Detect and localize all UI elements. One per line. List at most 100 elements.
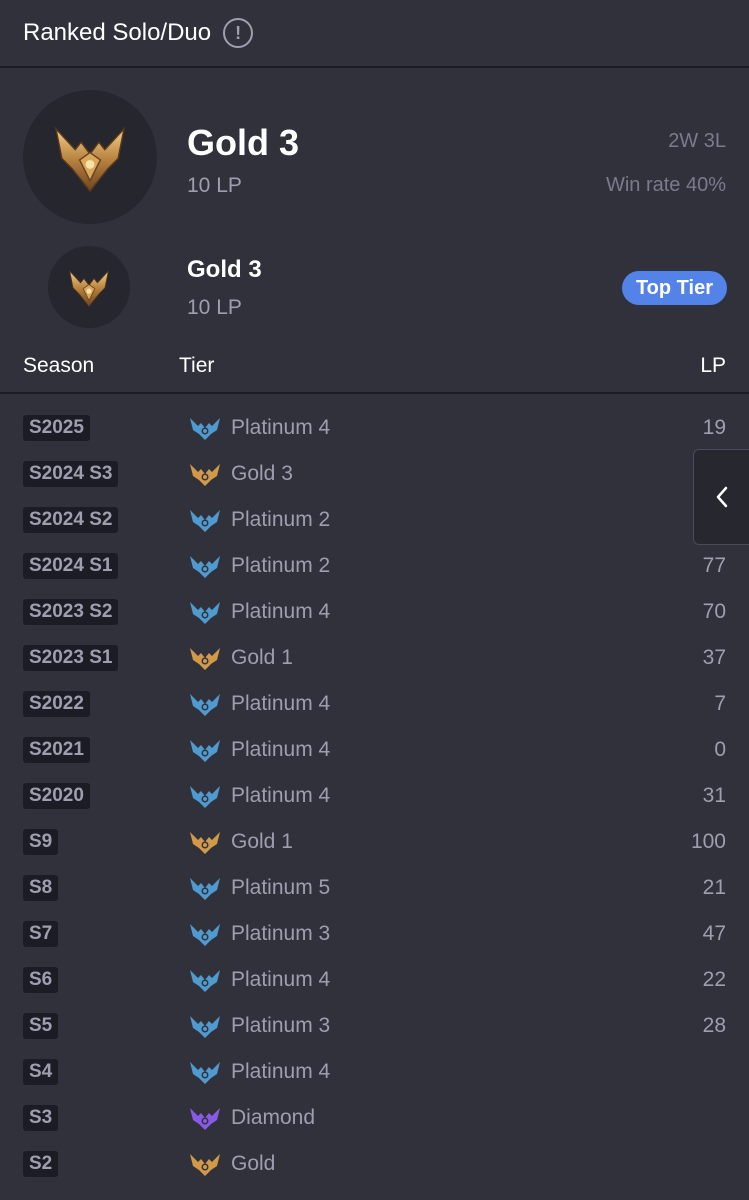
platinum-tier-icon <box>190 556 220 578</box>
tier-name: Platinum 2 <box>231 554 331 577</box>
table-row: S2025 Platinum 4 19 <box>0 405 749 451</box>
lp-value: 7 <box>714 692 726 715</box>
tier-name: Platinum 4 <box>231 692 331 715</box>
season-badge: S7 <box>23 921 59 947</box>
tier-name: Diamond <box>231 1106 316 1129</box>
table-row: S2020 Platinum 4 31 <box>0 773 749 819</box>
table-row: S8 Platinum 5 21 <box>0 865 749 911</box>
season-badge: S6 <box>23 967 59 993</box>
win-rate: Win rate 40% <box>605 174 726 196</box>
table-row: S2023 S1 Gold 1 37 <box>0 635 749 681</box>
diamond-tier-icon <box>190 1108 220 1130</box>
tier-name: Platinum 3 <box>231 922 331 945</box>
season-badge: S3 <box>23 1105 59 1131</box>
tier-name: Gold <box>231 1152 276 1175</box>
gold-tier-icon <box>190 648 220 670</box>
column-header-tier: Tier <box>179 354 215 377</box>
gold-emblem-icon <box>23 90 157 224</box>
gold-tier-icon <box>190 832 220 854</box>
tier-name: Platinum 2 <box>231 508 331 531</box>
lp-value: 28 <box>702 1014 726 1037</box>
season-badge: S4 <box>23 1059 59 1085</box>
tier-name: Platinum 5 <box>231 876 331 899</box>
table-row: S2 Gold <box>0 1141 749 1187</box>
side-panel-toggle[interactable] <box>693 449 749 545</box>
platinum-tier-icon <box>190 694 220 716</box>
top-tier-section: Gold 3 10 LP Top Tier <box>0 236 749 350</box>
lp-value: 37 <box>702 646 726 669</box>
platinum-tier-icon <box>190 970 220 992</box>
tier-name: Platinum 4 <box>231 738 331 761</box>
platinum-tier-icon <box>190 1062 220 1084</box>
season-badge: S2021 <box>23 737 90 763</box>
current-tier: Gold 3 <box>187 122 300 163</box>
lp-value: 0 <box>714 738 726 761</box>
season-badge: S2025 <box>23 415 90 441</box>
season-badge: S8 <box>23 875 59 901</box>
lp-value: 22 <box>702 968 726 991</box>
platinum-tier-icon <box>190 924 220 946</box>
column-header-season: Season <box>23 354 95 377</box>
table-row: S6 Platinum 4 22 <box>0 957 749 1003</box>
info-icon[interactable]: ! <box>223 18 254 48</box>
tier-name: Platinum 3 <box>231 1014 331 1037</box>
header: Ranked Solo/Duo ! <box>0 0 749 68</box>
current-lp: 10 LP <box>187 174 242 197</box>
table-row: S2024 S3Gold 330 <box>0 451 749 497</box>
platinum-tier-icon <box>190 878 220 900</box>
current-rank-section: Gold 3 10 LP 2W 3L Win rate 40% <box>0 68 749 236</box>
season-badge: S9 <box>23 829 59 855</box>
platinum-tier-icon <box>190 418 220 440</box>
lp-value: 21 <box>702 876 726 899</box>
gold-tier-icon <box>190 1154 220 1176</box>
lp-value: 100 <box>690 830 726 853</box>
header-title: Ranked Solo/Duo <box>23 19 212 46</box>
platinum-tier-icon <box>190 510 220 532</box>
tier-name: Gold 1 <box>231 646 293 669</box>
gold-tier-icon <box>190 464 220 486</box>
lp-value: 19 <box>702 416 726 439</box>
lp-value: 31 <box>702 784 726 807</box>
tier-name: Platinum 4 <box>231 968 331 991</box>
chevron-left-icon <box>716 486 727 508</box>
column-header-lp: LP <box>700 354 726 377</box>
lp-value: 77 <box>702 554 726 577</box>
table-row: S2024 S2Platinum 275 <box>0 497 749 543</box>
season-badge: S2022 <box>23 691 90 717</box>
season-badge: S2 <box>23 1151 59 1177</box>
tier-name: Platinum 4 <box>231 600 331 623</box>
tier-name: Platinum 4 <box>231 416 331 439</box>
season-badge: S2024 S1 <box>23 553 119 579</box>
top-tier-lp: 10 LP <box>187 296 242 319</box>
table-row: S2023 S2 Platinum 4 70 <box>0 589 749 635</box>
table-row: S5 Platinum 3 28 <box>0 1003 749 1049</box>
tier-name: Gold 1 <box>231 830 293 853</box>
gold-emblem-icon <box>48 246 130 328</box>
season-badge: S2023 S2 <box>23 599 119 625</box>
lp-value: 47 <box>702 922 726 945</box>
tier-name: Platinum 4 <box>231 1060 331 1083</box>
table-row: S4 Platinum 4 <box>0 1049 749 1095</box>
platinum-tier-icon <box>190 740 220 762</box>
tier-name: Gold 3 <box>231 462 293 485</box>
table-row: S3 Diamond <box>0 1095 749 1141</box>
table-row: S9 Gold 1 100 <box>0 819 749 865</box>
win-loss-record: 2W 3L <box>668 130 726 152</box>
table-row: S2022 Platinum 4 7 <box>0 681 749 727</box>
season-table-header: Season Tier LP <box>0 350 749 394</box>
top-tier-badge: Top Tier <box>621 271 727 305</box>
lp-value: 70 <box>702 600 726 623</box>
season-badge: S2023 S1 <box>23 645 119 671</box>
table-row: S2024 S1 Platinum 2 77 <box>0 543 749 589</box>
platinum-tier-icon <box>190 602 220 624</box>
tier-name: Platinum 4 <box>231 784 331 807</box>
top-tier-name: Gold 3 <box>187 256 262 283</box>
table-row: S2021 Platinum 4 0 <box>0 727 749 773</box>
season-badge: S2024 S3 <box>23 461 119 487</box>
table-row: S7 Platinum 3 47 <box>0 911 749 957</box>
season-table-body: S2025Platinum 419S2024 S3Gold 330S2024 S… <box>0 394 749 1187</box>
platinum-tier-icon <box>190 786 220 808</box>
season-badge: S2020 <box>23 783 90 809</box>
platinum-tier-icon <box>190 1016 220 1038</box>
season-badge: S5 <box>23 1013 59 1039</box>
